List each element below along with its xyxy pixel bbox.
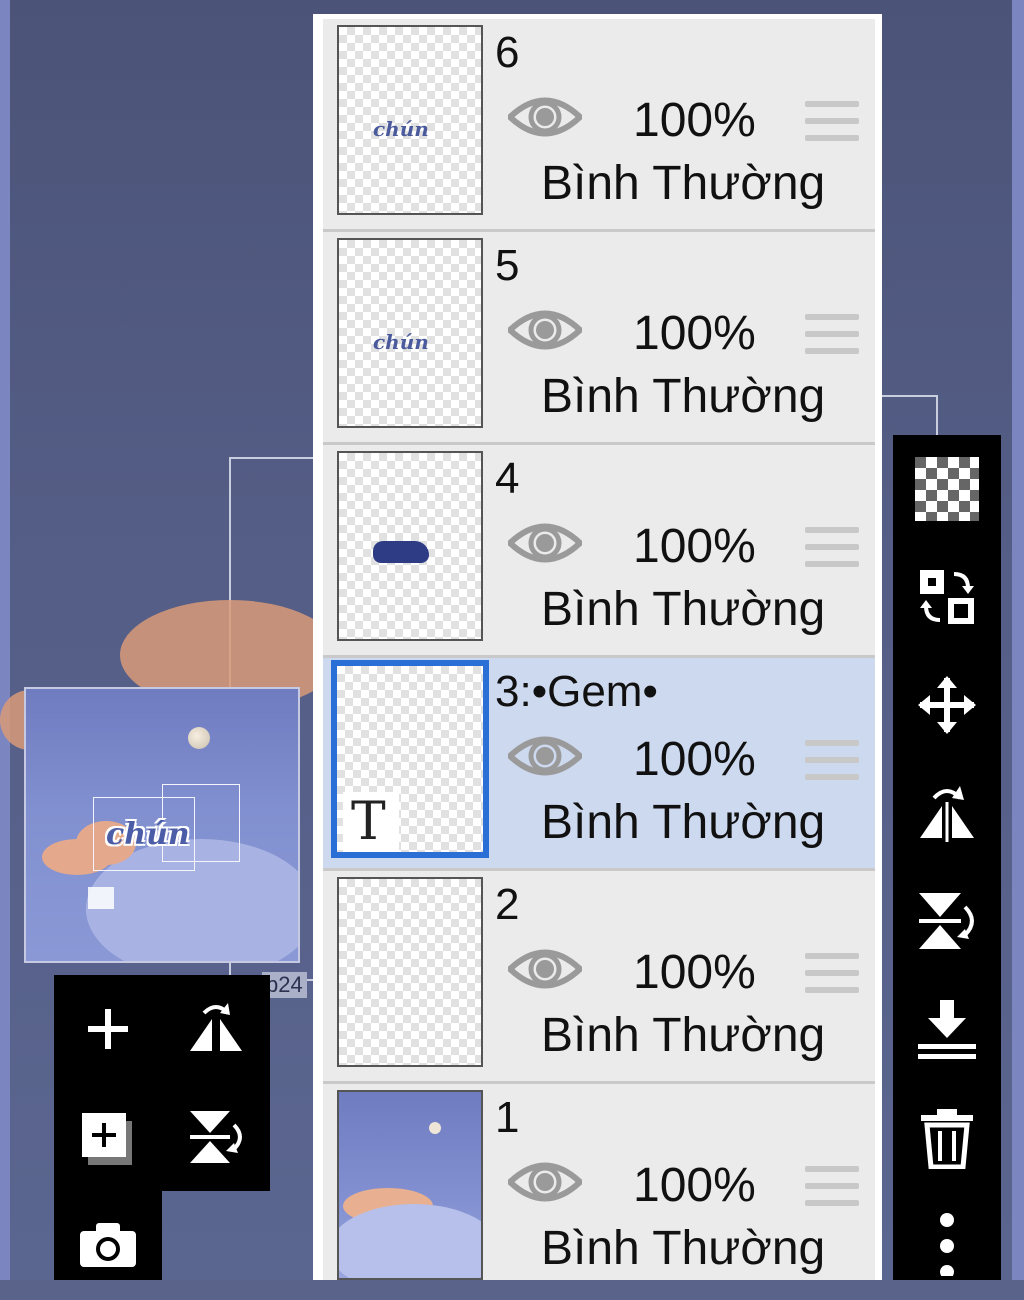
visibility-eye-icon[interactable] <box>508 1157 582 1207</box>
layer-thumbnail[interactable]: T <box>331 660 489 858</box>
more-icon <box>940 1213 954 1276</box>
transparency-icon <box>915 457 979 521</box>
layer-name: 3:•Gem• <box>495 667 658 716</box>
left-tool-palette <box>54 975 270 1191</box>
flip-horizontal-icon <box>920 786 974 842</box>
layer-blend-mode[interactable]: Bình Thường <box>541 581 825 639</box>
camera-button[interactable] <box>54 1190 162 1300</box>
layer-opacity[interactable]: 100% <box>633 945 756 1001</box>
preview-moon <box>188 727 210 749</box>
add-layer-button[interactable] <box>54 975 162 1083</box>
transparency-button[interactable] <box>893 435 1001 543</box>
drag-handle-icon[interactable] <box>805 314 859 358</box>
preview-sticker <box>88 887 114 909</box>
thumbnail-moon <box>429 1122 441 1134</box>
thumbnail-shape <box>373 541 429 563</box>
layer-name: 1 <box>495 1093 520 1142</box>
layer-thumbnail[interactable] <box>337 1090 483 1280</box>
layer-row[interactable]: chún 5 100% Bình Thường <box>323 232 875 445</box>
layer-thumbnail[interactable]: chún <box>337 238 483 428</box>
canvas-frame-right <box>880 395 938 437</box>
thumbnail-text: chún <box>373 330 429 354</box>
move-button[interactable] <box>893 651 1001 759</box>
visibility-eye-icon[interactable] <box>508 944 582 994</box>
drag-handle-icon[interactable] <box>805 527 859 571</box>
flip-vertical-button[interactable] <box>893 867 1001 975</box>
layer-blend-mode[interactable]: Bình Thường <box>541 1007 825 1065</box>
layer-name: 4 <box>495 454 520 503</box>
visibility-eye-icon[interactable] <box>508 518 582 568</box>
flip-horizontal-button[interactable] <box>893 759 1001 867</box>
merge-down-button[interactable] <box>893 975 1001 1083</box>
layer-opacity[interactable]: 100% <box>633 93 756 149</box>
layer-opacity[interactable]: 100% <box>633 519 756 575</box>
drag-handle-icon[interactable] <box>805 740 859 784</box>
layer-thumbnail[interactable]: chún <box>337 25 483 215</box>
canvas-preview[interactable]: chún <box>24 687 300 963</box>
swap-button[interactable] <box>893 543 1001 651</box>
flip-vertical-icon <box>919 893 974 949</box>
layer-opacity[interactable]: 100% <box>633 732 756 788</box>
drag-handle-icon[interactable] <box>805 953 859 997</box>
drag-handle-icon[interactable] <box>805 101 859 145</box>
layer-row[interactable]: chún 6 100% Bình Thường <box>323 19 875 232</box>
flip-vertical-button[interactable] <box>162 1083 270 1191</box>
thumbnail-text: chún <box>373 117 429 141</box>
layer-thumbnail[interactable] <box>337 451 483 641</box>
swap-icon <box>920 570 974 624</box>
move-icon <box>918 676 976 734</box>
layer-blend-mode[interactable]: Bình Thường <box>541 1220 825 1278</box>
right-toolbar <box>893 435 1001 1280</box>
layer-row[interactable]: 4 100% Bình Thường <box>323 445 875 658</box>
visibility-eye-icon[interactable] <box>508 731 582 781</box>
flip-horizontal-icon <box>190 1003 242 1051</box>
layer-blend-mode[interactable]: Bình Thường <box>541 794 825 852</box>
delete-layer-button[interactable] <box>893 1083 1001 1191</box>
layer-opacity[interactable]: 100% <box>633 1158 756 1214</box>
preview-word: chún <box>106 817 190 852</box>
text-layer-glyph: T <box>351 792 386 852</box>
canvas-edge-left <box>0 0 10 1280</box>
layer-row[interactable]: 2 100% Bình Thường <box>323 871 875 1084</box>
layer-row[interactable]: 1 100% Bình Thường <box>323 1084 875 1280</box>
visibility-eye-icon[interactable] <box>508 305 582 355</box>
layer-opacity[interactable]: 100% <box>633 306 756 362</box>
layer-name: 5 <box>495 241 520 290</box>
layer-panel: chún 6 100% Bình Thường chún 5 100% Bình… <box>313 14 882 1280</box>
canvas-edge-right <box>1012 0 1024 1280</box>
left-tool-palette-bottom <box>54 1190 162 1280</box>
layer-row-selected[interactable]: T 3:•Gem• 100% Bình Thường <box>323 658 875 871</box>
layer-name: 6 <box>495 28 520 77</box>
merge-down-icon <box>918 1000 976 1059</box>
layer-blend-mode[interactable]: Bình Thường <box>541 368 825 426</box>
flip-vertical-icon <box>190 1111 242 1163</box>
layer-thumbnail[interactable] <box>337 877 483 1067</box>
camera-icon <box>80 1223 136 1267</box>
more-options-button[interactable] <box>893 1191 1001 1281</box>
copy-layer-button[interactable] <box>54 1083 162 1191</box>
flip-horizontal-button[interactable] <box>162 975 270 1083</box>
thumbnail-cloud <box>339 1204 481 1278</box>
visibility-eye-icon[interactable] <box>508 92 582 142</box>
layer-blend-mode[interactable]: Bình Thường <box>541 155 825 213</box>
add-copy-layer-icon <box>82 1113 132 1165</box>
drag-handle-icon[interactable] <box>805 1166 859 1210</box>
trash-icon <box>921 1109 973 1169</box>
layer-name: 2 <box>495 880 520 929</box>
add-layer-icon <box>88 1009 128 1049</box>
